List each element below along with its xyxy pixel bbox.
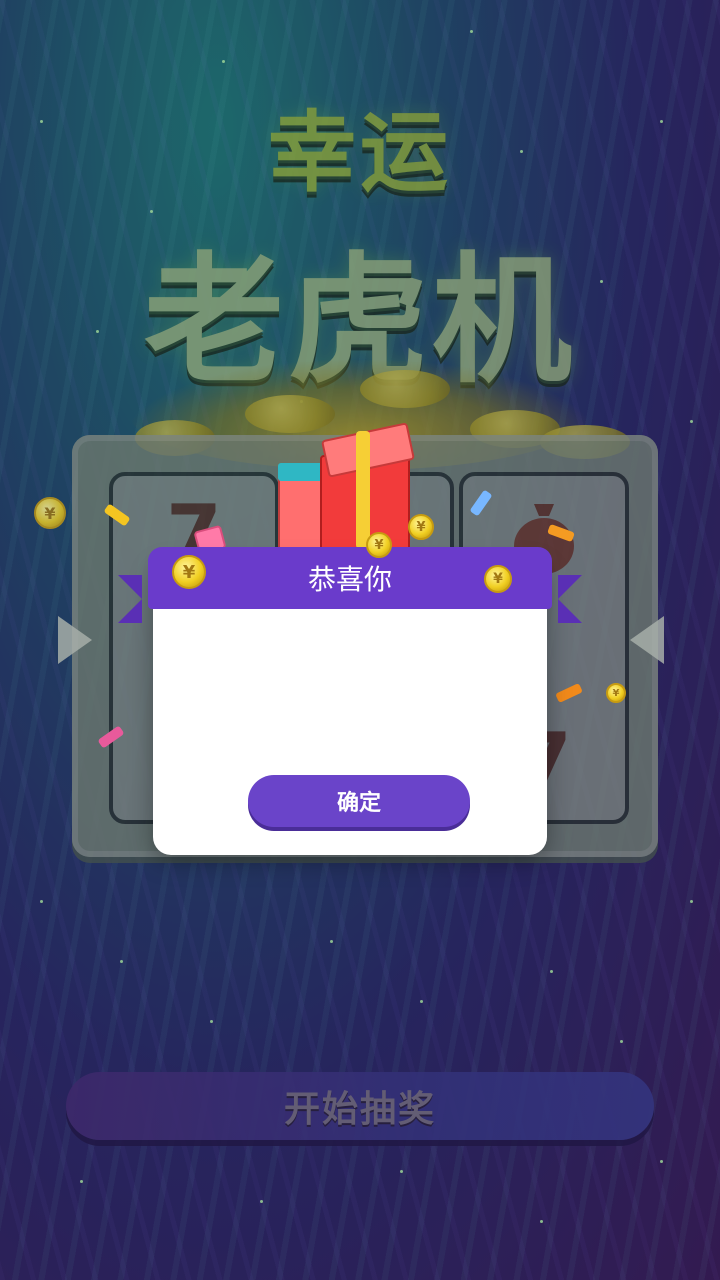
ribbon-tail-right	[558, 575, 582, 623]
ribbon-tail-left	[118, 575, 142, 623]
coin-icon: ¥	[366, 532, 392, 558]
coin-icon: ¥	[172, 555, 206, 589]
coin-icon: ¥	[408, 514, 434, 540]
coin-icon: ¥	[606, 683, 626, 703]
confirm-button[interactable]: 确定	[248, 775, 470, 827]
gift-box-icon	[270, 422, 420, 555]
coin-icon: ¥	[484, 565, 512, 593]
coin-icon: ¥	[34, 497, 66, 529]
